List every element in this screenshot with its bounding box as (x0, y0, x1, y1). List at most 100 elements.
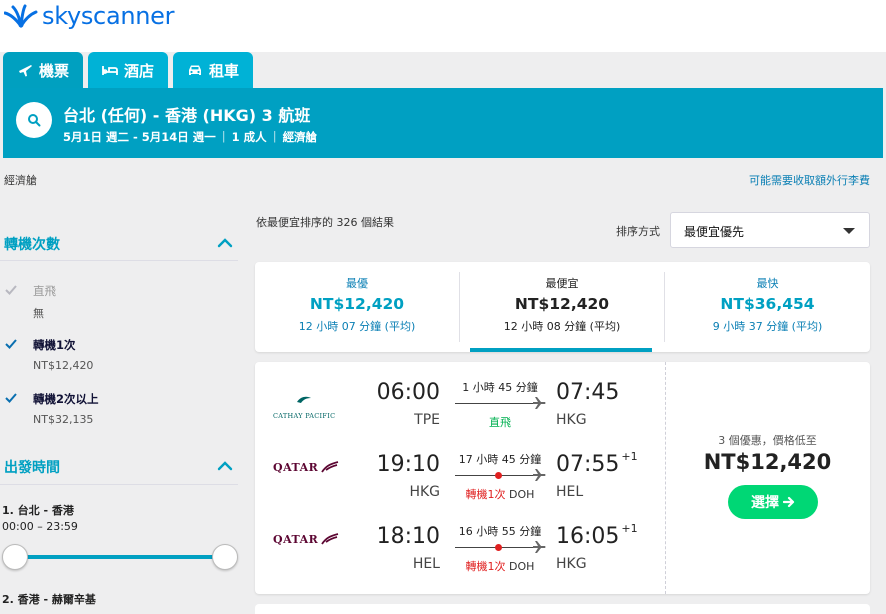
sort-tab-duration: 12 小時 08 分鐘 (平均) (503, 320, 621, 333)
tab-label: 機票 (39, 61, 70, 80)
stopover-dot (495, 544, 502, 551)
select-button-label: 選擇 (751, 495, 779, 511)
active-tab-indicator (470, 348, 652, 352)
stops-info: 轉機1次 DOH (455, 486, 545, 502)
airline-logo-qatar: QATAR (273, 532, 340, 546)
baggage-fee-link[interactable]: 可能需要收取額外行李費 (749, 172, 870, 188)
stop-option-price: NT$32,135 (33, 413, 94, 426)
arrival-airport: HKG (556, 412, 587, 428)
departure-airport: HKG (409, 484, 440, 500)
departure-time: 18:10 (376, 524, 440, 549)
airline-name: QATAR (273, 460, 319, 474)
filter-divider (0, 484, 238, 485)
departure-time-slider-track[interactable] (14, 555, 226, 559)
checkmark-icon[interactable] (4, 337, 18, 351)
plane-icon (19, 65, 32, 77)
sort-tab-price: NT$12,420 (514, 295, 610, 313)
divider: | (221, 129, 226, 143)
tab-hotels[interactable]: 酒店 (88, 52, 169, 88)
departure-leg-label: 2. 香港 - 赫爾辛基 (2, 593, 96, 606)
sort-tab-cheapest[interactable]: 最便宜 NT$12,420 12 小時 08 分鐘 (平均) (460, 262, 664, 352)
sort-tab-label: 最便宜 (545, 277, 579, 290)
departure-time-range: 00:00 – 23:59 (2, 520, 78, 533)
stop-option-label: 轉機1次 (33, 338, 76, 352)
stop-option-label: 轉機2次以上 (33, 392, 99, 406)
filter-divider (0, 260, 238, 261)
chevron-up-icon[interactable] (217, 238, 233, 248)
sunrise-logo-icon (4, 4, 38, 28)
sort-tab-price: NT$12,420 (309, 295, 405, 313)
stops-count: 轉機1次 (465, 488, 506, 501)
search-summary-bar[interactable]: 台北 (任何) - 香港 (HKG) 3 航班 5月1日 週二 - 5月14日 … (3, 88, 883, 158)
arrival-time-value: 07:55 (556, 452, 620, 477)
brand-name: skyscanner (42, 2, 175, 30)
departure-airport: TPE (414, 412, 440, 428)
slider-handle-end[interactable] (212, 544, 238, 570)
oryx-icon (321, 533, 339, 545)
search-icon (28, 114, 41, 127)
arrival-airport: HEL (556, 484, 584, 500)
chevron-up-icon[interactable] (217, 461, 233, 471)
tab-car-hire[interactable]: 租車 (173, 52, 254, 88)
flight-leg: CATHAY PACIFIC 06:00 TPE 1 小時 45 分鐘 直飛 0… (255, 362, 665, 432)
vertical-tabs: 機票 酒店 租車 (3, 52, 254, 88)
travellers: 1 成人 (231, 130, 267, 144)
tab-label: 酒店 (124, 61, 155, 80)
stop-option-price: NT$12,420 (33, 359, 94, 372)
checkmark-icon[interactable] (4, 391, 18, 405)
slider-handle-start[interactable] (2, 544, 28, 570)
sort-tabs: 最優 NT$12,420 12 小時 07 分鐘 (平均) 最便宜 NT$12,… (255, 262, 870, 352)
divider: | (272, 129, 277, 143)
stops-count: 轉機1次 (465, 560, 506, 573)
cathay-brushwing-icon (297, 396, 311, 403)
arrival-time-value: 16:05 (556, 524, 620, 549)
arrival-time-value: 07:45 (556, 380, 620, 405)
sort-label: 排序方式 (616, 225, 660, 238)
departure-time: 06:00 (376, 380, 440, 405)
filter-departure-title[interactable]: 出發時間 (4, 457, 60, 477)
plane-icon (533, 397, 546, 409)
airline-name: QATAR (273, 532, 319, 546)
flight-duration: 1 小時 45 分鐘 (462, 381, 538, 394)
arrival-time: 16:05 +1 (556, 522, 638, 549)
oryx-icon (321, 461, 339, 473)
departure-time: 19:10 (376, 452, 440, 477)
tab-label: 租車 (209, 61, 240, 80)
plane-icon (533, 541, 546, 553)
filter-stops-title[interactable]: 轉機次數 (4, 234, 60, 254)
checkmark-icon[interactable] (4, 283, 18, 297)
sort-dropdown[interactable]: 最便宜優先 (670, 212, 870, 248)
stops-info: 轉機1次 DOH (455, 558, 545, 574)
result-card-next[interactable] (255, 604, 870, 614)
airline-logo-qatar: QATAR (273, 460, 340, 474)
sort-tab-label: 最優 (346, 277, 368, 290)
stop-airport: DOH (509, 560, 535, 573)
arrival-time: 07:45 (556, 380, 619, 405)
sort-tab-fastest[interactable]: 最快 NT$36,454 9 小時 37 分鐘 (平均) (665, 262, 870, 352)
next-day-indicator: +1 (621, 522, 638, 535)
deal-count: 3 個優惠，價格低至 (718, 434, 817, 447)
skyscanner-logo[interactable]: skyscanner (4, 0, 175, 32)
sort-tab-price: NT$36,454 (720, 295, 815, 313)
tab-flights[interactable]: 機票 (3, 52, 84, 88)
result-card[interactable]: CATHAY PACIFIC 06:00 TPE 1 小時 45 分鐘 直飛 0… (255, 362, 870, 594)
search-details: 5月1日 週二 - 5月14日 週一 | 1 成人 | 經濟艙 (63, 129, 317, 145)
cabin-class: 經濟艙 (282, 130, 318, 144)
arrival-airport: HKG (556, 556, 587, 572)
route-title: 台北 (任何) - 香港 (HKG) 3 航班 (63, 106, 311, 125)
caret-down-icon (843, 228, 855, 234)
sort-tab-duration: 12 小時 07 分鐘 (平均) (298, 320, 416, 333)
stop-option-price: 無 (33, 307, 44, 320)
departure-airport: HEL (412, 556, 440, 572)
departure-leg-label: 1. 台北 - 香港 (2, 504, 74, 517)
arrival-time: 07:55 +1 (556, 450, 638, 477)
sort-selected-value: 最便宜優先 (684, 225, 745, 239)
stops-count: 直飛 (489, 416, 511, 429)
flight-leg: QATAR 18:10 HEL 16 小時 55 分鐘 轉機1次 DOH 16:… (255, 506, 665, 576)
flight-duration: 17 小時 45 分鐘 (458, 453, 542, 466)
select-button[interactable]: 選擇 (728, 485, 818, 519)
sort-tab-best[interactable]: 最優 NT$12,420 12 小時 07 分鐘 (平均) (255, 262, 459, 352)
search-button[interactable] (16, 102, 52, 138)
travel-dates: 5月1日 週二 - 5月14日 週一 (63, 130, 216, 144)
ticket-divider (665, 362, 666, 594)
